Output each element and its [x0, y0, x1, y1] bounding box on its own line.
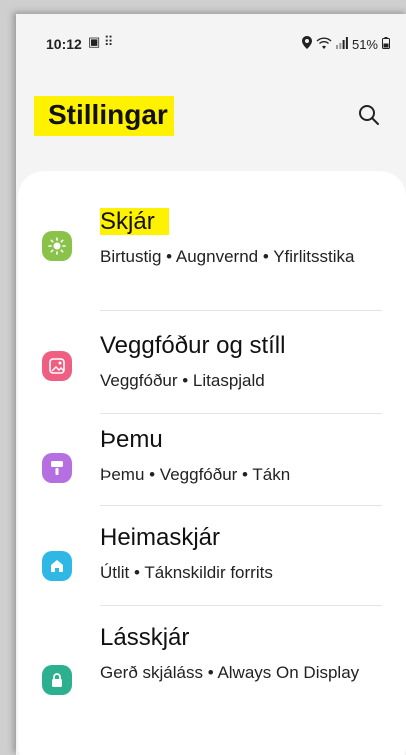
- settings-item-home-screen[interactable]: Heimaskjár Útlit • Táknskildir forrits: [18, 519, 406, 609]
- status-indicators: 51%: [301, 36, 390, 52]
- item-title: Lásskjár: [100, 624, 190, 651]
- page-title: Stillingar: [34, 96, 174, 136]
- lock-icon: [42, 665, 72, 695]
- brush-icon: [42, 453, 72, 483]
- divider: [100, 310, 382, 311]
- status-bar: 10:12 ▣ ⠿ 51%: [16, 14, 406, 74]
- item-subtitle: Þemu • Veggfóður • Tákn: [100, 465, 291, 484]
- location-icon: [301, 36, 312, 52]
- settings-item-lock-screen[interactable]: Lásskjár Gerð skjáláss • Always On Displ…: [18, 617, 406, 727]
- sun-icon: [42, 231, 72, 261]
- phone-screen: 10:12 ▣ ⠿ 51% Stillingar Skjár Birtustig…: [16, 14, 406, 755]
- settings-item-display[interactable]: Skjár Birtustig • Augnvernd • Yfirlitsst…: [18, 197, 406, 297]
- battery-percent: 51%: [351, 36, 378, 52]
- wifi-icon: [316, 36, 332, 52]
- item-title-highlight: Skjár: [100, 208, 169, 235]
- search-button[interactable]: [356, 102, 382, 128]
- item-subtitle: Birtustig • Augnvernd • Yfirlitsstika: [100, 247, 355, 266]
- item-subtitle: Gerð skjáláss • Always On Display: [100, 663, 360, 682]
- item-subtitle: Veggfóður • Litaspjald: [100, 371, 265, 390]
- divider: [100, 605, 382, 606]
- settings-list: Skjár Birtustig • Augnvernd • Yfirlitsst…: [18, 171, 406, 755]
- settings-item-wallpaper[interactable]: Veggfóður og stíll Veggfóður • Litaspjal…: [18, 319, 406, 415]
- item-subtitle: Útlit • Táknskildir forrits: [100, 563, 273, 582]
- picture-icon: [42, 351, 72, 381]
- search-icon: [359, 105, 379, 125]
- header: Stillingar: [16, 94, 406, 142]
- signal-icon: [335, 36, 348, 52]
- divider: [100, 505, 382, 506]
- item-title: Heimaskjár: [100, 524, 221, 551]
- item-title: Veggfóður og stíll: [100, 332, 286, 359]
- item-title: Þemu: [100, 426, 163, 453]
- notification-icons: ▣ ⠿: [88, 34, 114, 49]
- status-time: 10:12: [46, 36, 82, 52]
- item-title: Skjár: [100, 207, 169, 237]
- battery-icon: [382, 36, 390, 52]
- divider: [100, 413, 382, 414]
- home-icon: [42, 551, 72, 581]
- settings-item-themes[interactable]: Þemu Þemu • Veggfóður • Tákn: [18, 423, 406, 513]
